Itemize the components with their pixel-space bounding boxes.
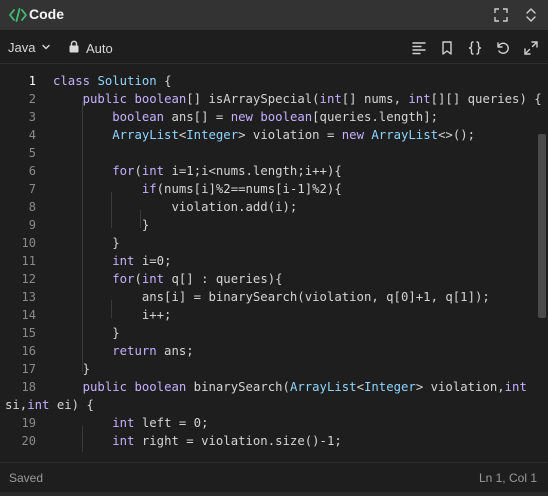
auto-mode[interactable]: Auto xyxy=(68,40,113,56)
code-line[interactable]: class Solution { xyxy=(53,72,171,90)
code-line[interactable]: if(nums[i]%2==nums[i-1]%2){ xyxy=(53,180,342,198)
code-line[interactable]: int i=0; xyxy=(53,252,171,270)
code-line[interactable]: public boolean binarySearch(ArrayList<In… xyxy=(53,378,527,396)
line-number: 18 xyxy=(21,380,36,394)
line-number: 8 xyxy=(28,200,36,214)
code-line[interactable]: public boolean[] isArraySpecial(int[] nu… xyxy=(53,90,542,108)
line-number: 5 xyxy=(28,146,36,160)
code-window: Code Java Auto 1 2 3 4 5 6 7 8 9 10 11 1… xyxy=(0,0,548,496)
chevron-down-icon xyxy=(41,40,51,55)
line-number: 11 xyxy=(21,254,36,268)
vertical-scrollbar[interactable] xyxy=(536,66,548,452)
title-bar: Code xyxy=(0,0,548,30)
line-number: 16 xyxy=(21,344,36,358)
line-number: 4 xyxy=(28,128,36,142)
cursor-position[interactable]: Ln 1, Col 1 xyxy=(479,471,537,485)
code-line[interactable]: for(int q[] : queries){ xyxy=(53,270,282,288)
code-line[interactable]: ans[i] = binarySearch(violation, q[0]+1,… xyxy=(53,288,490,306)
status-bar: Saved Ln 1, Col 1 xyxy=(0,462,548,492)
code-line[interactable]: boolean ans[] = new boolean[queries.leng… xyxy=(53,108,438,126)
window-title: Code xyxy=(29,6,64,22)
code-line[interactable]: int left = 0; xyxy=(53,414,208,432)
line-number: 13 xyxy=(21,290,36,304)
line-number: 19 xyxy=(21,416,36,430)
code-line[interactable]: return ans; xyxy=(53,342,193,360)
line-number: 1 xyxy=(28,74,36,88)
code-line[interactable]: ArrayList<Integer> violation = new Array… xyxy=(53,126,475,144)
format-align-icon[interactable] xyxy=(410,39,428,57)
line-number: 15 xyxy=(21,326,36,340)
line-number: 9 xyxy=(28,218,36,232)
fullscreen-icon[interactable] xyxy=(492,6,510,24)
line-number: 7 xyxy=(28,182,36,196)
save-status: Saved xyxy=(9,471,44,485)
scrollbar-thumb[interactable] xyxy=(538,134,546,318)
code-editor[interactable]: 1 2 3 4 5 6 7 8 9 10 11 12 13 14 15 16 17 18 19 20 class So… xyxy=(0,66,548,452)
expand-icon[interactable] xyxy=(522,39,540,57)
line-number: 17 xyxy=(21,362,36,376)
line-number-gutter: 1 2 3 4 5 6 7 8 9 10 11 12 13 14 15 16 17 18 19 20 xyxy=(0,66,44,452)
code-line[interactable]: int right = violation.size()-1; xyxy=(53,432,342,450)
auto-label: Auto xyxy=(86,40,113,56)
line-number: 2 xyxy=(28,92,36,106)
line-number: 10 xyxy=(21,236,36,250)
line-number: 12 xyxy=(21,272,36,286)
editor-toolbar: Java Auto xyxy=(0,32,548,64)
code-line[interactable]: } xyxy=(53,324,119,342)
code-line[interactable]: for(int i=1;i<nums.length;i++){ xyxy=(53,162,342,180)
code-line[interactable]: i++; xyxy=(53,306,172,324)
braces-icon[interactable] xyxy=(466,39,484,57)
code-line[interactable]: } xyxy=(53,360,90,378)
collapse-icon[interactable] xyxy=(522,6,540,24)
language-label: Java xyxy=(8,40,36,55)
line-number: 3 xyxy=(28,110,36,124)
code-line[interactable]: si,int ei) { xyxy=(0,396,94,414)
undo-icon[interactable] xyxy=(494,39,512,57)
bookmark-icon[interactable] xyxy=(438,39,456,57)
line-number: 20 xyxy=(21,434,36,448)
bottom-edge xyxy=(0,492,548,496)
code-line[interactable]: } xyxy=(53,216,149,234)
code-line[interactable]: } xyxy=(53,234,119,252)
line-number: 6 xyxy=(28,164,36,178)
line-number: 14 xyxy=(21,308,36,322)
code-brackets-icon xyxy=(8,7,28,23)
lock-icon xyxy=(68,40,80,56)
language-select[interactable]: Java xyxy=(8,40,51,55)
code-line[interactable]: violation.add(i); xyxy=(53,198,297,216)
